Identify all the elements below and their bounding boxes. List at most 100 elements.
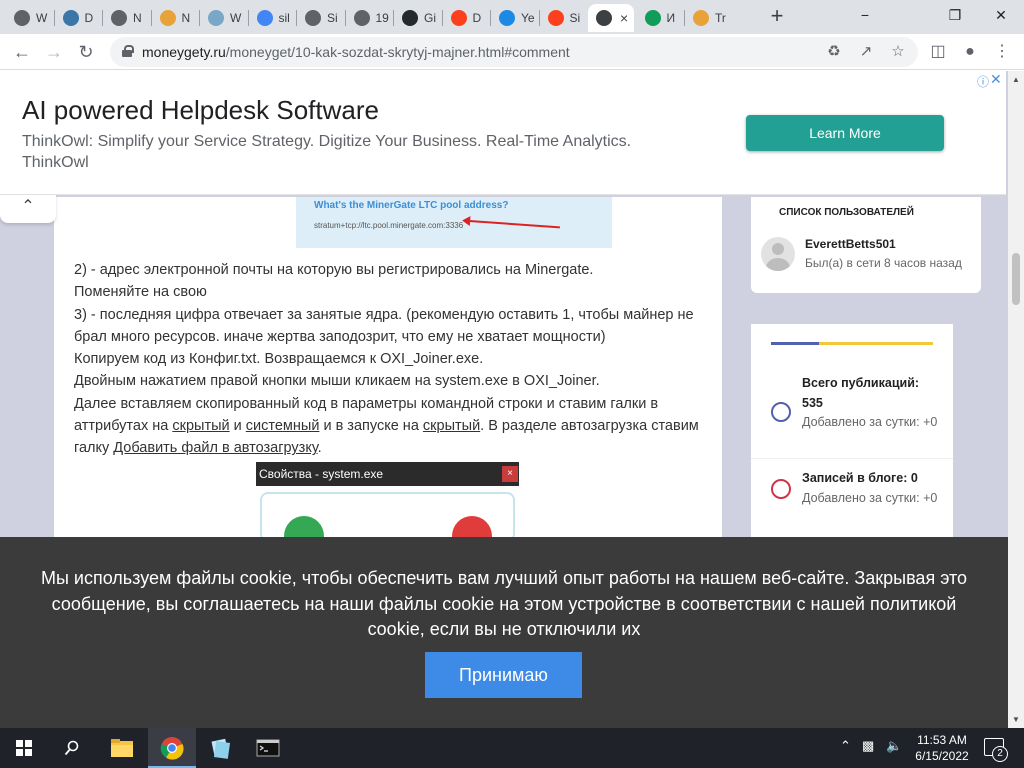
globe-icon (353, 10, 370, 26)
reload-button[interactable]: ↻ (74, 40, 98, 64)
clock-date: 6/15/2022 (915, 749, 969, 763)
drive-icon (644, 10, 661, 26)
accept-cookies-button[interactable]: Принимаю (425, 652, 582, 698)
link-autostart[interactable]: Добавить файл в автозагрузку (113, 440, 317, 456)
github-icon (14, 10, 30, 26)
back-button[interactable]: ← (10, 40, 34, 64)
browser-tab[interactable]: W (200, 4, 246, 32)
ad-title[interactable]: AI powered Helpdesk Software (22, 95, 379, 126)
browser-tab[interactable]: N (103, 4, 149, 32)
scroll-down-icon[interactable]: ▼ (1012, 715, 1020, 724)
link-system[interactable]: системный (246, 418, 320, 434)
scroll-thumb[interactable] (1012, 253, 1020, 305)
users-title: СПИСОК ПОЛЬЗОВАТЕЛЕЙ (779, 207, 914, 218)
divider-blue (771, 342, 819, 345)
search-button[interactable] (48, 728, 96, 768)
ad-banner[interactable]: AI powered Helpdesk Software ThinkOwl: S… (0, 71, 1006, 195)
browser-tab[interactable]: Tr (685, 4, 731, 32)
network-icon[interactable]: ▩ (862, 738, 874, 754)
chevron-up-icon: ⌃ (21, 198, 35, 215)
avatar[interactable] (761, 237, 795, 271)
new-tab-button[interactable]: + (766, 5, 788, 28)
browser-tab[interactable]: И (637, 4, 683, 32)
maximize-button[interactable]: ❐ (932, 0, 978, 30)
chrome-icon (160, 737, 184, 760)
volume-icon[interactable]: 🔈 (886, 738, 902, 754)
browser-tab[interactable]: sil (249, 4, 295, 32)
file-explorer-button[interactable] (98, 728, 146, 768)
globe-icon (305, 10, 321, 26)
terminal-button[interactable] (244, 728, 292, 768)
lock-icon[interactable] (122, 45, 134, 57)
tab-label: W (230, 11, 242, 25)
address-bar[interactable]: moneygety.ru/moneyget/10-kak-sozdat-skry… (110, 37, 918, 67)
user-name[interactable]: EverettBetts501 (805, 237, 896, 251)
web-icon (208, 10, 224, 26)
notification-count: 2 (992, 746, 1008, 762)
notepad-icon (211, 738, 231, 759)
properties-dialog-screenshot: Свойства - system.exe × (256, 462, 519, 556)
browser-tab[interactable]: Gi (394, 4, 440, 32)
browser-tab[interactable]: Si (540, 4, 586, 32)
stat-text: Записей в блоге: 0 Добавлено за сутки: +0 (802, 469, 942, 508)
browser-tab[interactable]: Ye (491, 4, 537, 32)
folder-icon (111, 739, 133, 757)
browser-tab[interactable]: D (443, 4, 489, 32)
share-icon[interactable]: ↗ (856, 42, 876, 62)
forward-button[interactable]: → (42, 40, 66, 64)
screenshot-question: What's the MinerGate LTC pool address? (314, 200, 509, 211)
notes-app-button[interactable] (196, 728, 244, 768)
url-path: /moneyget/10-kak-sozdat-skrytyj-majner.h… (225, 44, 570, 60)
browser-tab[interactable]: D (55, 4, 101, 32)
cookie-banner: Мы используем файлы cookie, чтобы обеспе… (0, 537, 1008, 728)
start-button[interactable] (0, 728, 48, 768)
close-window-button[interactable]: ✕ (978, 0, 1024, 30)
ad-info-icon[interactable]: ⓘ (977, 73, 989, 90)
minergate-screenshot: What's the MinerGate LTC pool address? s… (296, 197, 612, 248)
stat-separator (751, 458, 953, 459)
clock-time: 11:53 AM (917, 733, 967, 747)
translate-icon[interactable]: ♻ (824, 42, 844, 62)
tab-label: И (666, 11, 676, 25)
stat-text: Всего публикаций: 535 Добавлено за сутки: … (802, 374, 942, 433)
python-icon (62, 10, 79, 26)
yandex-icon (450, 10, 467, 26)
browser-tab[interactable]: W (6, 4, 52, 32)
tab-label: Si (327, 11, 338, 25)
scroll-up-icon[interactable]: ▲ (1012, 75, 1020, 84)
tray-chevron-up-icon[interactable]: ⌃ (840, 738, 851, 754)
link-hidden-launch[interactable]: скрытый (423, 418, 480, 434)
ad-text: ThinkOwl: Simplify your Service Strategy… (22, 133, 632, 171)
article-line: 3) - последняя цифра отвечает за занятые… (74, 306, 694, 345)
stat-sub: Добавлено за сутки: +0 (802, 415, 938, 429)
github-icon (111, 10, 127, 26)
tab-label: W (36, 11, 48, 25)
article-line: Копируем код из Конфиг.txt. Возвращаемся… (74, 351, 484, 368)
tab-label: D (472, 11, 482, 25)
url-text[interactable]: moneygety.ru/moneyget/10-kak-sozdat-skry… (142, 44, 570, 60)
dialog-title: Свойства - system.exe (259, 467, 384, 481)
link-hidden[interactable]: скрытый (172, 418, 229, 434)
profile-icon[interactable]: ● (958, 40, 982, 64)
ad-close-icon[interactable]: ✕ (990, 71, 1002, 88)
page-scrollbar[interactable]: ▲ ▼ (1008, 71, 1024, 728)
browser-tab[interactable]: × (588, 4, 634, 32)
taskbar-clock[interactable]: 11:53 AM 6/15/2022 (910, 732, 974, 764)
side-panel-icon[interactable]: ◫ (926, 40, 950, 64)
divider-yellow (819, 342, 933, 345)
collapse-ad-button[interactable]: ⌃ (0, 195, 56, 223)
browser-tab[interactable]: 19 (346, 4, 392, 32)
learn-more-button[interactable]: Learn More (746, 115, 944, 151)
tab-label: Si (569, 11, 581, 25)
browser-tab[interactable]: N (152, 4, 198, 32)
menu-icon[interactable]: ⋮ (990, 40, 1014, 64)
minimize-button[interactable]: − (842, 0, 888, 30)
bookmark-star-icon[interactable]: ☆ (888, 42, 908, 62)
chrome-button[interactable] (148, 728, 196, 768)
browser-tab[interactable]: Si (297, 4, 343, 32)
screenshot-stratum: stratum+tcp://ltc.pool.minergate.com:333… (314, 221, 464, 230)
stat-title: Записей в блоге: (802, 471, 908, 485)
circle-icon (771, 479, 791, 499)
close-tab-icon[interactable]: × (620, 10, 628, 26)
github-icon (402, 10, 418, 26)
